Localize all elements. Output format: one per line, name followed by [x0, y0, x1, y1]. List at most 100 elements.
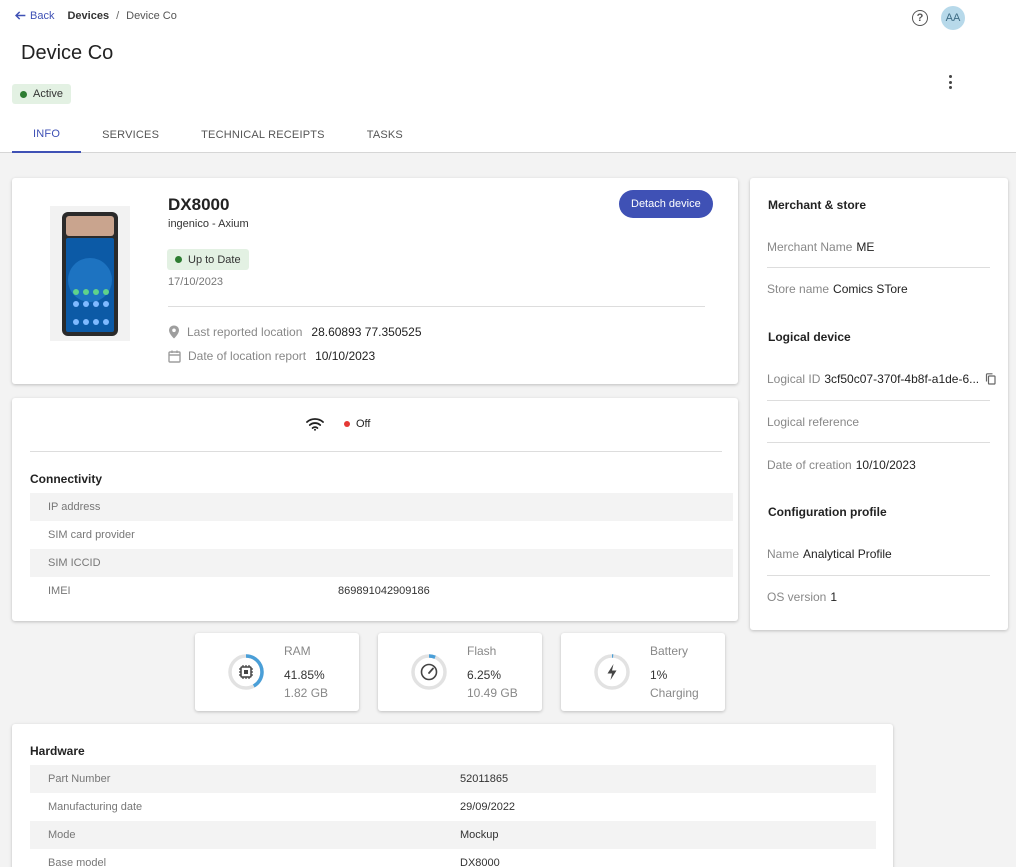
flash-usage-ring	[411, 654, 447, 690]
page-header: Back Devices / Device Co ? AA Device Co …	[0, 0, 1016, 153]
row-label: SIM ICCID	[48, 557, 101, 569]
divider	[767, 575, 990, 576]
merchant-name-row: Merchant Name ME	[767, 240, 874, 254]
merchant-name-label: Merchant Name	[767, 240, 853, 254]
update-dot-icon	[175, 256, 182, 263]
os-version-value: 1	[830, 590, 838, 604]
row-value: DX8000	[460, 857, 500, 867]
location-value: 28.60893 77.350525	[311, 325, 422, 339]
device-model: DX8000	[168, 195, 230, 214]
update-status-badge: Up to Date	[167, 249, 249, 270]
breadcrumb-separator: /	[116, 9, 120, 22]
ram-value: 41.85%	[284, 668, 325, 682]
table-row: Mode Mockup	[30, 821, 876, 849]
tab-tasks[interactable]: TASKS	[346, 116, 424, 153]
profile-name-row: Name Analytical Profile	[767, 547, 892, 561]
calendar-icon	[168, 350, 181, 363]
tab-services[interactable]: SERVICES	[81, 116, 180, 153]
bolt-icon	[607, 664, 617, 680]
tab-technical-receipts[interactable]: TECHNICAL RECEIPTS	[180, 116, 346, 153]
logical-reference-label: Logical reference	[767, 415, 860, 429]
row-label: Mode	[48, 829, 76, 841]
hardware-card: Hardware Part Number 52011865 Manufactur…	[12, 724, 893, 867]
table-row: IMEI 869891042909186	[30, 577, 733, 605]
location-date-value: 10/10/2023	[315, 349, 376, 363]
arrow-left-icon	[14, 11, 26, 20]
flash-title: Flash	[467, 644, 497, 658]
connectivity-title: Connectivity	[30, 472, 103, 486]
battery-value: 1%	[650, 668, 668, 682]
row-label: IP address	[48, 501, 101, 513]
os-version-row: OS version 1	[767, 590, 837, 604]
row-label: Part Number	[48, 773, 111, 785]
wifi-status: Off	[306, 417, 370, 431]
profile-name-value: Analytical Profile	[803, 547, 892, 561]
row-value: 52011865	[460, 773, 509, 785]
row-label: IMEI	[48, 585, 71, 597]
creation-date-value: 10/10/2023	[855, 458, 916, 472]
divider	[168, 306, 705, 307]
status-dot-icon	[20, 90, 27, 98]
help-glyph: ?	[916, 12, 924, 24]
merchant-name-value: ME	[856, 240, 875, 254]
store-name-row: Store name Comics STore	[767, 282, 908, 296]
update-date: 17/10/2023	[168, 276, 224, 288]
table-row: IP address	[30, 493, 733, 521]
payment-terminal-icon	[62, 211, 118, 336]
creation-date-label: Date of creation	[767, 458, 852, 472]
divider	[767, 442, 990, 443]
device-image	[50, 206, 130, 341]
logical-id-value: 3cf50c07-370f-4b8f-a1de-6...	[824, 372, 980, 386]
store-name-label: Store name	[767, 282, 830, 296]
table-row: SIM ICCID	[30, 549, 733, 577]
avatar[interactable]: AA	[941, 6, 965, 30]
row-value: 869891042909186	[338, 585, 430, 597]
table-row: Manufacturing date 29/09/2022	[30, 793, 876, 821]
back-link[interactable]: Back	[14, 9, 54, 22]
flash-value: 6.25%	[467, 668, 502, 682]
wifi-status-label: Off	[356, 418, 371, 430]
table-row: Base model DX8000	[30, 849, 876, 867]
details-side-card: Merchant & store Merchant Name ME Store …	[750, 178, 1008, 630]
ram-size: 1.82 GB	[284, 686, 329, 700]
row-value: Mockup	[460, 829, 499, 841]
logical-reference-row: Logical reference	[767, 415, 859, 429]
location-row: Last reported location 28.60893 77.35052…	[168, 325, 422, 339]
detach-device-button[interactable]: Detach device	[619, 190, 713, 218]
battery-title: Battery	[650, 644, 689, 658]
avatar-initials: AA	[945, 12, 961, 24]
ram-stat-card: RAM 41.85% 1.82 GB	[195, 633, 359, 711]
row-label: Manufacturing date	[48, 801, 143, 813]
table-row: SIM card provider	[30, 521, 733, 549]
breadcrumb-current: Device Co	[126, 9, 177, 22]
battery-stat-card: Battery 1% Charging	[561, 633, 725, 711]
flash-size: 10.49 GB	[467, 686, 518, 700]
battery-level-ring	[594, 654, 630, 690]
divider	[30, 451, 722, 452]
configuration-profile-title: Configuration profile	[768, 505, 887, 519]
status-label: Active	[33, 88, 63, 100]
row-value: 29/09/2022	[460, 801, 516, 813]
location-label: Last reported location	[187, 325, 303, 339]
logical-id-label: Logical ID	[767, 372, 821, 386]
flash-stat-card: Flash 6.25% 10.49 GB	[378, 633, 542, 711]
table-row: Part Number 52011865	[30, 765, 876, 793]
status-badge: Active	[12, 84, 71, 104]
tab-info[interactable]: INFO	[12, 116, 82, 153]
device-brand: ingenico - Axium	[168, 218, 249, 230]
ram-usage-ring	[228, 654, 264, 690]
help-icon[interactable]: ?	[912, 10, 928, 26]
location-date-row: Date of location report 10/10/2023	[168, 349, 375, 363]
gauge-icon	[420, 663, 438, 681]
more-options-icon[interactable]	[944, 73, 956, 91]
ram-title: RAM	[284, 644, 311, 658]
offline-dot-icon	[344, 421, 350, 427]
hardware-title: Hardware	[30, 744, 85, 758]
tab-bar: INFO SERVICES TECHNICAL RECEIPTS TASKS	[12, 116, 424, 153]
divider	[767, 267, 990, 268]
breadcrumb-devices[interactable]: Devices	[67, 10, 109, 22]
row-label: Base model	[48, 857, 107, 867]
chip-icon	[239, 665, 253, 679]
wifi-icon	[306, 418, 324, 431]
copy-icon[interactable]	[985, 373, 996, 385]
